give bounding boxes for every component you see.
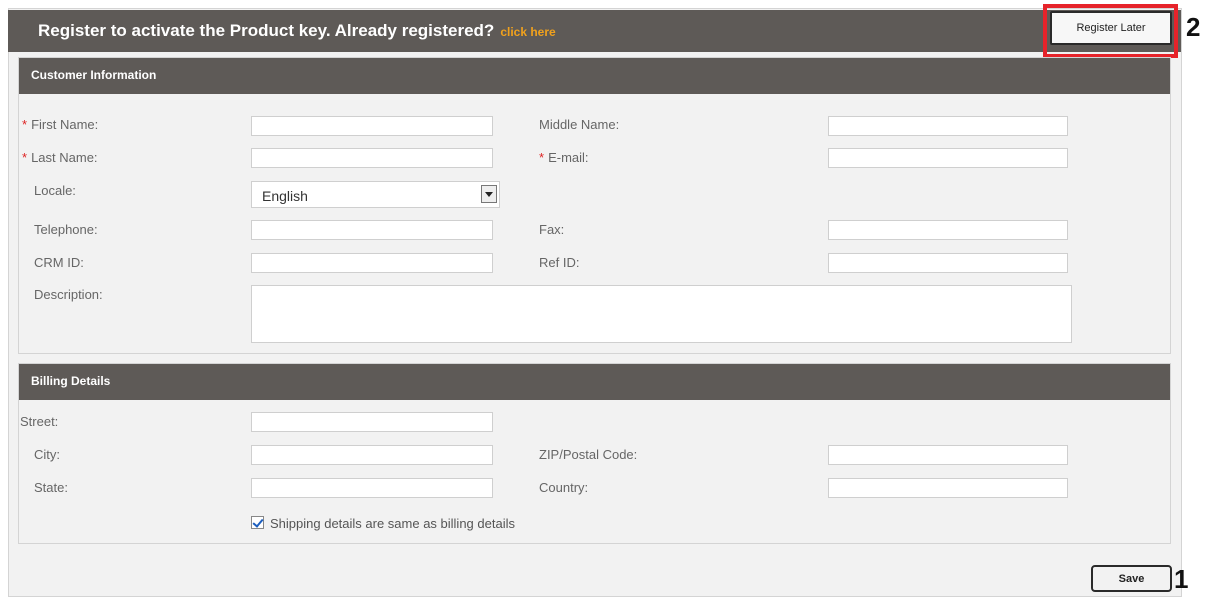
registration-title: Register to activate the Product key. Al… [38,21,556,41]
email-label: * E-mail: [539,150,589,165]
locale-label: Locale: [34,183,76,198]
required-marker: * [22,117,28,132]
required-marker: * [22,150,28,165]
zip-postal-code-input[interactable] [828,445,1068,465]
country-label: Country: [539,480,589,495]
ref-id-input[interactable] [828,253,1068,273]
state-label: State: [34,480,68,495]
ref-id-label: Ref ID: [539,255,580,270]
city-input[interactable] [251,445,493,465]
header-title: Register to activate the Product key. Al… [38,21,495,40]
last-name-input[interactable] [251,148,493,168]
callout-number-1: 1 [1174,564,1189,594]
street-input[interactable] [251,412,493,432]
street-label: Street: [20,414,59,429]
zip-postal-code-label: ZIP/Postal Code: [539,447,638,462]
description-textarea[interactable] [251,285,1072,343]
email-input[interactable] [828,148,1068,168]
city-label: City: [34,447,60,462]
chevron-down-icon[interactable] [481,185,497,203]
already-registered-link[interactable]: click here [500,25,555,39]
middle-name-label: Middle Name: [539,117,620,132]
state-input[interactable] [251,478,493,498]
locale-select[interactable]: English [251,181,500,208]
shipping-same-label[interactable]: Shipping details are same as billing det… [270,516,515,531]
first-name-label: * First Name: [22,117,99,132]
required-marker: * [539,150,545,165]
country-input[interactable] [828,478,1068,498]
register-later-button[interactable]: Register Later [1050,11,1172,45]
fax-label: Fax: [539,222,565,237]
telephone-input[interactable] [251,220,493,240]
crm-id-label: CRM ID: [34,255,84,270]
fax-input[interactable] [828,220,1068,240]
last-name-label: * Last Name: [22,150,98,165]
locale-selected-value: English [262,188,308,204]
billing-details-header: Billing Details [19,364,1170,400]
middle-name-input[interactable] [828,116,1068,136]
callout-number-2: 2 [1186,12,1201,42]
registration-header-bar: Register to activate the Product key. Al… [8,10,1181,52]
save-button[interactable]: Save [1091,565,1172,592]
first-name-input[interactable] [251,116,493,136]
customer-information-header: Customer Information [19,58,1170,94]
shipping-same-checkbox[interactable] [251,516,264,529]
crm-id-input[interactable] [251,253,493,273]
telephone-label: Telephone: [34,222,98,237]
description-label: Description: [34,287,103,302]
